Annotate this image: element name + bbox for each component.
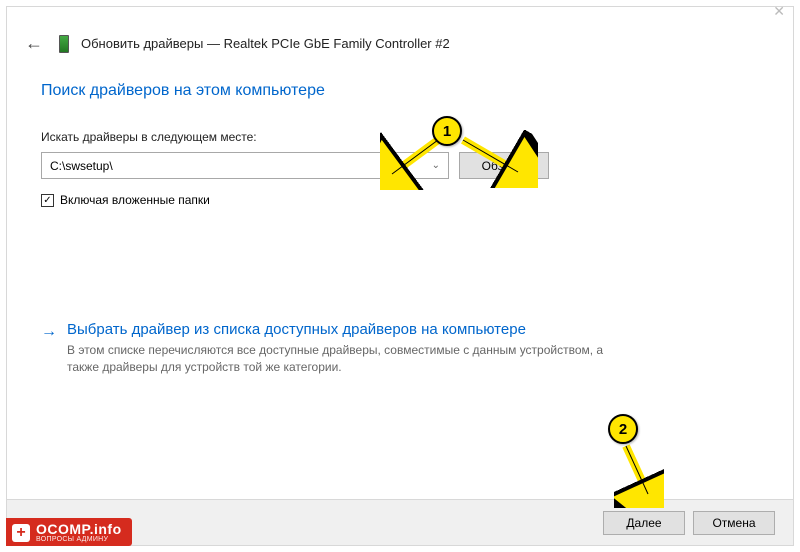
pick-from-list-description: В этом списке перечисляются все доступны…	[67, 342, 627, 376]
pick-from-list-body: Выбрать драйвер из списка доступных драй…	[67, 321, 627, 376]
device-icon	[59, 35, 69, 53]
close-icon[interactable]: ✕	[773, 3, 785, 20]
dialog-header: ← Обновить драйверы — Realtek PCIe GbE F…	[7, 7, 793, 64]
page-heading: Поиск драйверов на этом компьютере	[41, 82, 759, 100]
annotation-badge-2: 2	[608, 414, 638, 444]
include-subfolders-row: ✓ Включая вложенные папки	[41, 193, 759, 207]
watermark-badge: + OCOMP.info ВОПРОСЫ АДМИНУ	[6, 518, 132, 546]
include-subfolders-label: Включая вложенные папки	[60, 193, 210, 207]
pick-from-list-section[interactable]: → Выбрать драйвер из списка доступных др…	[41, 321, 759, 376]
watermark-text: OCOMP.info ВОПРОСЫ АДМИНУ	[36, 522, 122, 543]
annotation-badge-1: 1	[432, 116, 462, 146]
dialog-window: ✕ ← Обновить драйверы — Realtek PCIe GbE…	[6, 6, 794, 546]
plus-icon: +	[12, 524, 30, 542]
cancel-button[interactable]: Отмена	[693, 511, 775, 535]
dialog-title: Обновить драйверы — Realtek PCIe GbE Fam…	[81, 36, 450, 51]
include-subfolders-checkbox[interactable]: ✓	[41, 194, 54, 207]
arrow-right-icon: →	[41, 323, 57, 376]
pick-from-list-title[interactable]: Выбрать драйвер из списка доступных драй…	[67, 321, 627, 338]
back-arrow-icon[interactable]: ←	[21, 33, 47, 54]
path-value: C:\swsetup\	[50, 159, 113, 173]
dialog-content: Поиск драйверов на этом компьютере Искат…	[7, 64, 793, 376]
next-button[interactable]: Далее	[603, 511, 685, 535]
annotation-arrow-1-right	[458, 130, 538, 188]
annotation-arrow-2	[614, 442, 664, 508]
